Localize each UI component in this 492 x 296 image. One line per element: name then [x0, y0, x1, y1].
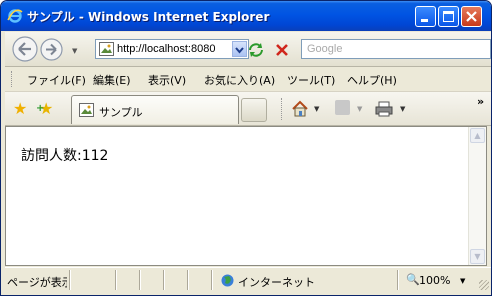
- menu-tools[interactable]: ツール(T): [287, 72, 335, 88]
- page-icon: [99, 42, 114, 56]
- security-zone: インターネット: [238, 276, 315, 289]
- status-divider: [115, 270, 117, 290]
- close-icon: [466, 11, 477, 22]
- address-text[interactable]: http://localhost:8080: [117, 43, 225, 55]
- status-bar: ページが表示されました インターネット 🔍 100% ▼: [5, 267, 491, 292]
- home-icon[interactable]: [291, 100, 309, 118]
- menu-favorites[interactable]: お気に入り(A): [204, 72, 275, 88]
- status-divider: [211, 270, 213, 290]
- window-title: サンプル - Windows Internet Explorer: [27, 10, 270, 24]
- zoom-level[interactable]: 100%: [419, 274, 450, 287]
- search-placeholder[interactable]: Google: [307, 43, 342, 55]
- minimize-icon: [421, 19, 428, 22]
- tab-title: サンプル: [99, 106, 143, 119]
- menu-edit[interactable]: 編集(E): [93, 72, 131, 88]
- forward-button-icon[interactable]: [39, 37, 64, 62]
- favorites-bar: ★ ★ + サンプル ▼ ▼ ▼ »: [5, 92, 491, 126]
- ie-logo-icon: [7, 9, 23, 23]
- refresh-icon[interactable]: [245, 40, 267, 60]
- tab-sample[interactable]: サンプル: [71, 95, 239, 124]
- status-divider: [69, 270, 71, 290]
- new-tab-button[interactable]: [241, 98, 267, 122]
- close-button[interactable]: [461, 6, 482, 27]
- page-content: 訪問人数:112 ▲ ▼: [5, 126, 487, 266]
- recent-pages-dropdown-icon[interactable]: ▼: [72, 47, 77, 55]
- stop-icon[interactable]: [271, 40, 293, 60]
- minimize-button[interactable]: [415, 6, 436, 27]
- maximize-icon: [443, 11, 454, 22]
- globe-icon: [221, 274, 234, 287]
- resize-grip[interactable]: [479, 280, 489, 290]
- menu-help[interactable]: ヘルプ(H): [347, 72, 397, 88]
- title-bar[interactable]: サンプル - Windows Internet Explorer: [1, 1, 491, 31]
- feeds-dropdown-icon[interactable]: ▼: [357, 105, 362, 113]
- status-divider: [163, 270, 165, 290]
- print-icon[interactable]: [375, 101, 393, 117]
- print-dropdown-icon[interactable]: ▼: [400, 105, 405, 113]
- back-button-icon[interactable]: [11, 35, 39, 63]
- menu-file[interactable]: ファイル(F): [27, 72, 86, 88]
- visitor-count: 訪問人数:112: [21, 148, 109, 164]
- page-icon: [79, 103, 94, 117]
- home-dropdown-icon[interactable]: ▼: [314, 105, 319, 113]
- address-bar[interactable]: http://localhost:8080: [95, 39, 249, 59]
- status-divider: [139, 270, 141, 290]
- scroll-down-button[interactable]: ▼: [470, 249, 485, 264]
- maximize-button[interactable]: [438, 6, 459, 27]
- status-divider: [397, 270, 399, 290]
- feeds-icon[interactable]: [335, 100, 350, 115]
- navigation-bar: ▼ http://localhost:8080 Google: [5, 32, 491, 67]
- zoom-dropdown-icon[interactable]: ▼: [460, 277, 465, 285]
- add-favorite-icon[interactable]: ★ +: [36, 99, 53, 118]
- toolbar-grip[interactable]: [11, 71, 15, 87]
- browser-window: サンプル - Windows Internet Explorer ▼ http:…: [0, 0, 492, 296]
- status-text: ページが表示されました: [7, 276, 67, 289]
- more-tools-icon[interactable]: »: [477, 95, 484, 108]
- search-box[interactable]: Google: [301, 39, 491, 59]
- favorites-center-icon[interactable]: ★: [13, 99, 27, 118]
- menu-bar: ファイル(F) 編集(E) 表示(V) お気に入り(A) ツール(T) ヘルプ(…: [5, 67, 491, 92]
- vertical-scrollbar[interactable]: ▲ ▼: [468, 127, 486, 265]
- menu-view[interactable]: 表示(V): [148, 72, 186, 88]
- toolbar-separator: [281, 98, 283, 120]
- status-divider: [187, 270, 189, 290]
- zoom-icon[interactable]: 🔍: [406, 273, 420, 286]
- scroll-up-button[interactable]: ▲: [470, 128, 485, 143]
